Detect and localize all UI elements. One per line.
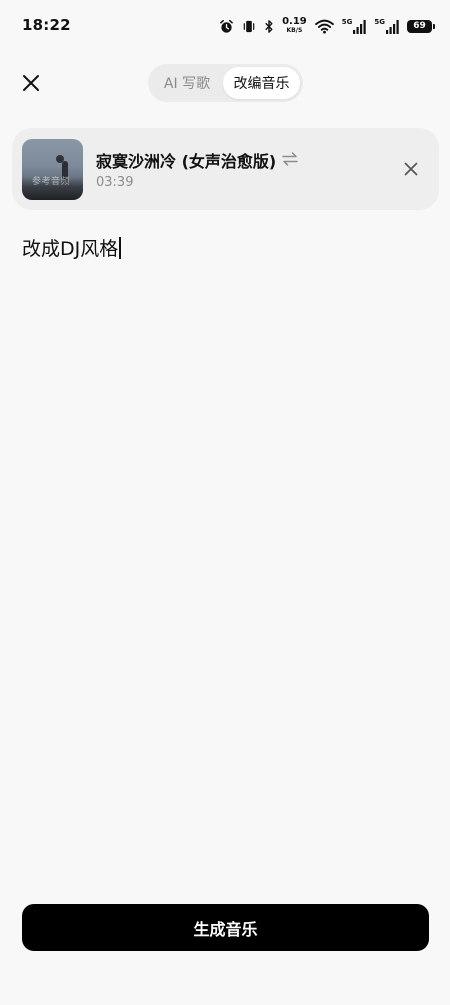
- signal-icon: 5G: [342, 18, 367, 34]
- song-duration: 03:39: [96, 175, 134, 190]
- swap-icon[interactable]: [282, 151, 298, 170]
- remove-song-button[interactable]: [399, 157, 423, 181]
- mode-segmented-control: AI 写歌 改编音乐: [148, 64, 303, 102]
- vibrate-icon: [242, 19, 256, 34]
- alarm-icon: [219, 19, 234, 34]
- battery-icon: 69: [407, 19, 435, 33]
- tab-adapt-music[interactable]: 改编音乐: [223, 67, 300, 99]
- song-cover-image: 参考音频: [22, 139, 83, 200]
- wifi-icon: [314, 19, 334, 34]
- text-caret: [119, 237, 121, 259]
- net-speed: 0.19 KB/S: [282, 16, 307, 35]
- status-time: 18:22: [22, 16, 71, 34]
- status-icons: 0.19 KB/S 5G 5G 69: [219, 14, 435, 38]
- cover-watermark: 参考音频: [32, 177, 71, 187]
- song-title-row: 寂寞沙洲冷 (女声治愈版): [96, 148, 298, 172]
- prompt-text: 改成DJ风格: [22, 238, 119, 260]
- prompt-input[interactable]: 改成DJ风格: [22, 234, 428, 874]
- reference-song-card: 参考音频 寂寞沙洲冷 (女声治愈版) 03:39: [12, 128, 439, 210]
- close-icon: [404, 162, 418, 176]
- close-button[interactable]: [14, 66, 48, 100]
- signal-icon-2: 5G: [374, 18, 399, 34]
- generate-music-button[interactable]: 生成音乐: [22, 904, 429, 951]
- tab-ai-write-song[interactable]: AI 写歌: [151, 67, 223, 99]
- status-bar: 18:22 0.19 KB/S 5G 5G 69: [0, 0, 450, 52]
- song-title: 寂寞沙洲冷 (女声治愈版): [96, 152, 277, 171]
- close-icon: [23, 75, 39, 91]
- bluetooth-icon: [264, 19, 274, 34]
